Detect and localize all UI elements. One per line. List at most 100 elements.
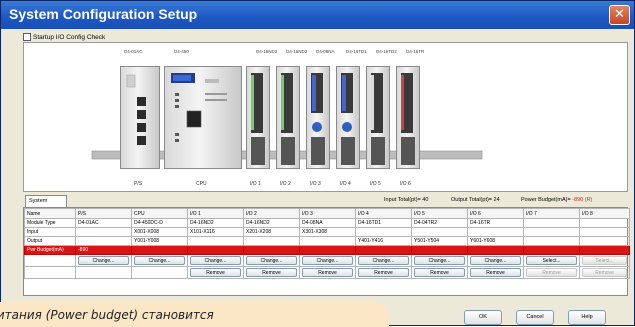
grid-cell[interactable]: D4-16ND2: [187, 218, 244, 228]
grid-cell[interactable]: [467, 227, 524, 237]
startup-io-check[interactable]: Startup I/O Config Check: [23, 33, 105, 41]
grid-cell[interactable]: [355, 245, 412, 255]
tab-system[interactable]: System: [25, 195, 67, 207]
grid-cell[interactable]: [523, 236, 580, 246]
grid-cell[interactable]: [243, 236, 300, 246]
change-button[interactable]: Change...: [246, 256, 297, 265]
grid-cell[interactable]: [187, 245, 244, 255]
grid-cell[interactable]: I/O 1: [187, 208, 244, 219]
grid-cell[interactable]: [411, 245, 468, 255]
remove-button[interactable]: Remove: [582, 268, 627, 277]
remove-button[interactable]: Remove: [302, 268, 353, 277]
help-button[interactable]: Help: [568, 310, 606, 325]
grid-cell[interactable]: D4-08NA: [299, 218, 356, 228]
grid-cell[interactable]: [299, 236, 356, 246]
grid-cell[interactable]: [579, 227, 630, 237]
grid-cell[interactable]: CPU: [131, 208, 188, 219]
module-model-ps: D4-01AC: [124, 49, 143, 54]
remove-button[interactable]: Remove: [246, 268, 297, 277]
io-module-icon: [341, 73, 355, 165]
grid-cell[interactable]: D4-16ND2: [243, 218, 300, 228]
grid-cell[interactable]: D4-450DC-D: [131, 218, 188, 228]
module-io4[interactable]: [336, 66, 360, 169]
change-button[interactable]: Change...: [134, 256, 185, 265]
cancel-button[interactable]: Cancel: [516, 310, 554, 325]
change-button[interactable]: Change...: [78, 256, 129, 265]
grid-cell[interactable]: [523, 218, 580, 228]
table-row: Output Y001-Y008 Y401-Y416 Y501-Y504 Y601-Y6…: [24, 236, 630, 246]
grid-cell[interactable]: D4-16TR: [467, 218, 524, 228]
remove-button[interactable]: Remove: [470, 268, 521, 277]
grid-cell: Remove: [187, 266, 244, 279]
grid-cell[interactable]: Y401-Y416: [355, 236, 412, 246]
change-button[interactable]: Change...: [414, 256, 465, 265]
ok-button[interactable]: OK: [464, 310, 502, 325]
title-bar[interactable]: System Configuration Setup ✕: [1, 1, 634, 29]
grid-cell[interactable]: I/O 8: [579, 208, 630, 219]
module-io2[interactable]: [276, 66, 300, 169]
module-model-io3: D4-08NA: [316, 49, 335, 54]
grid-cell[interactable]: [355, 227, 412, 237]
remove-button[interactable]: Remove: [190, 268, 241, 277]
grid-cell[interactable]: Y001-Y008: [131, 236, 188, 246]
module-model-cpu: D4-450: [174, 49, 189, 54]
grid-cell[interactable]: [523, 245, 580, 255]
power-budget-total: Power Budget(mA)= -890 (R): [521, 197, 592, 203]
module-cpu[interactable]: [164, 66, 242, 169]
remove-button[interactable]: Remove: [526, 268, 577, 277]
startup-io-checkbox[interactable]: [23, 33, 31, 41]
slot-label-io6: I/O 6: [400, 181, 411, 187]
grid-cell[interactable]: [579, 245, 630, 255]
grid-cell[interactable]: [579, 218, 630, 228]
slot-label-ps: P/S: [134, 181, 143, 187]
change-button[interactable]: Select...: [526, 256, 577, 265]
grid-cell[interactable]: [243, 245, 300, 255]
grid-cell[interactable]: D4-16TD1: [355, 218, 412, 228]
grid-cell[interactable]: [523, 227, 580, 237]
change-button[interactable]: Select...: [582, 256, 627, 265]
grid-cell[interactable]: -890: [75, 245, 132, 255]
dialog-title: System Configuration Setup: [9, 6, 198, 22]
grid-cell[interactable]: I/O 5: [411, 208, 468, 219]
power-supply-icon: [126, 74, 146, 145]
grid-cell[interactable]: X101-X116: [187, 227, 244, 237]
close-button[interactable]: ✕: [609, 5, 630, 25]
grid-cell[interactable]: [579, 236, 630, 246]
remove-button[interactable]: Remove: [414, 268, 465, 277]
module-ps[interactable]: [120, 66, 160, 169]
grid-cell[interactable]: Y501-Y504: [411, 236, 468, 246]
grid-cell[interactable]: P/S: [75, 208, 132, 219]
grid-cell[interactable]: I/O 2: [243, 208, 300, 219]
module-io3[interactable]: [306, 66, 330, 169]
change-button[interactable]: Change...: [358, 256, 409, 265]
grid-cell[interactable]: I/O 3: [299, 208, 356, 219]
grid-cell[interactable]: X201-X208: [243, 227, 300, 237]
grid-cell[interactable]: I/O 6: [467, 208, 524, 219]
grid-cell[interactable]: Y601-Y608: [467, 236, 524, 246]
grid-cell[interactable]: [131, 245, 188, 255]
grid-cell[interactable]: X001-X008: [131, 227, 188, 237]
change-button[interactable]: Change...: [470, 256, 521, 265]
grid-cell[interactable]: [411, 227, 468, 237]
slot-label-io5: I/O 5: [370, 181, 381, 187]
module-io6[interactable]: [396, 66, 420, 169]
remove-button[interactable]: Remove: [358, 268, 409, 277]
module-io1[interactable]: [246, 66, 270, 169]
config-dialog: System Configuration Setup ✕ Startup I/O…: [0, 0, 635, 327]
grid-cell[interactable]: I/O 4: [355, 208, 412, 219]
grid-cell[interactable]: [467, 245, 524, 255]
change-button[interactable]: Change...: [190, 256, 241, 265]
grid-cell[interactable]: [75, 227, 132, 237]
grid-cell[interactable]: D4-01AC: [75, 218, 132, 228]
module-io5[interactable]: [366, 66, 390, 169]
grid-cell[interactable]: [299, 245, 356, 255]
table-row: Module Type D4-01AC D4-450DC-D D4-16ND2 D4-1…: [24, 218, 630, 228]
module-model-io5: D4-16TD2: [376, 49, 397, 54]
grid-cell[interactable]: I/O 7: [523, 208, 580, 219]
module-table: Name P/S CPU I/O 1 I/O 2 I/O 3 I/O 4 I/O 5 I/O 6…: [24, 208, 630, 279]
grid-cell[interactable]: X301-X308: [299, 227, 356, 237]
grid-cell[interactable]: [187, 236, 244, 246]
grid-cell[interactable]: D4-04TR2: [411, 218, 468, 228]
change-button[interactable]: Change...: [302, 256, 353, 265]
grid-cell[interactable]: [75, 236, 132, 246]
